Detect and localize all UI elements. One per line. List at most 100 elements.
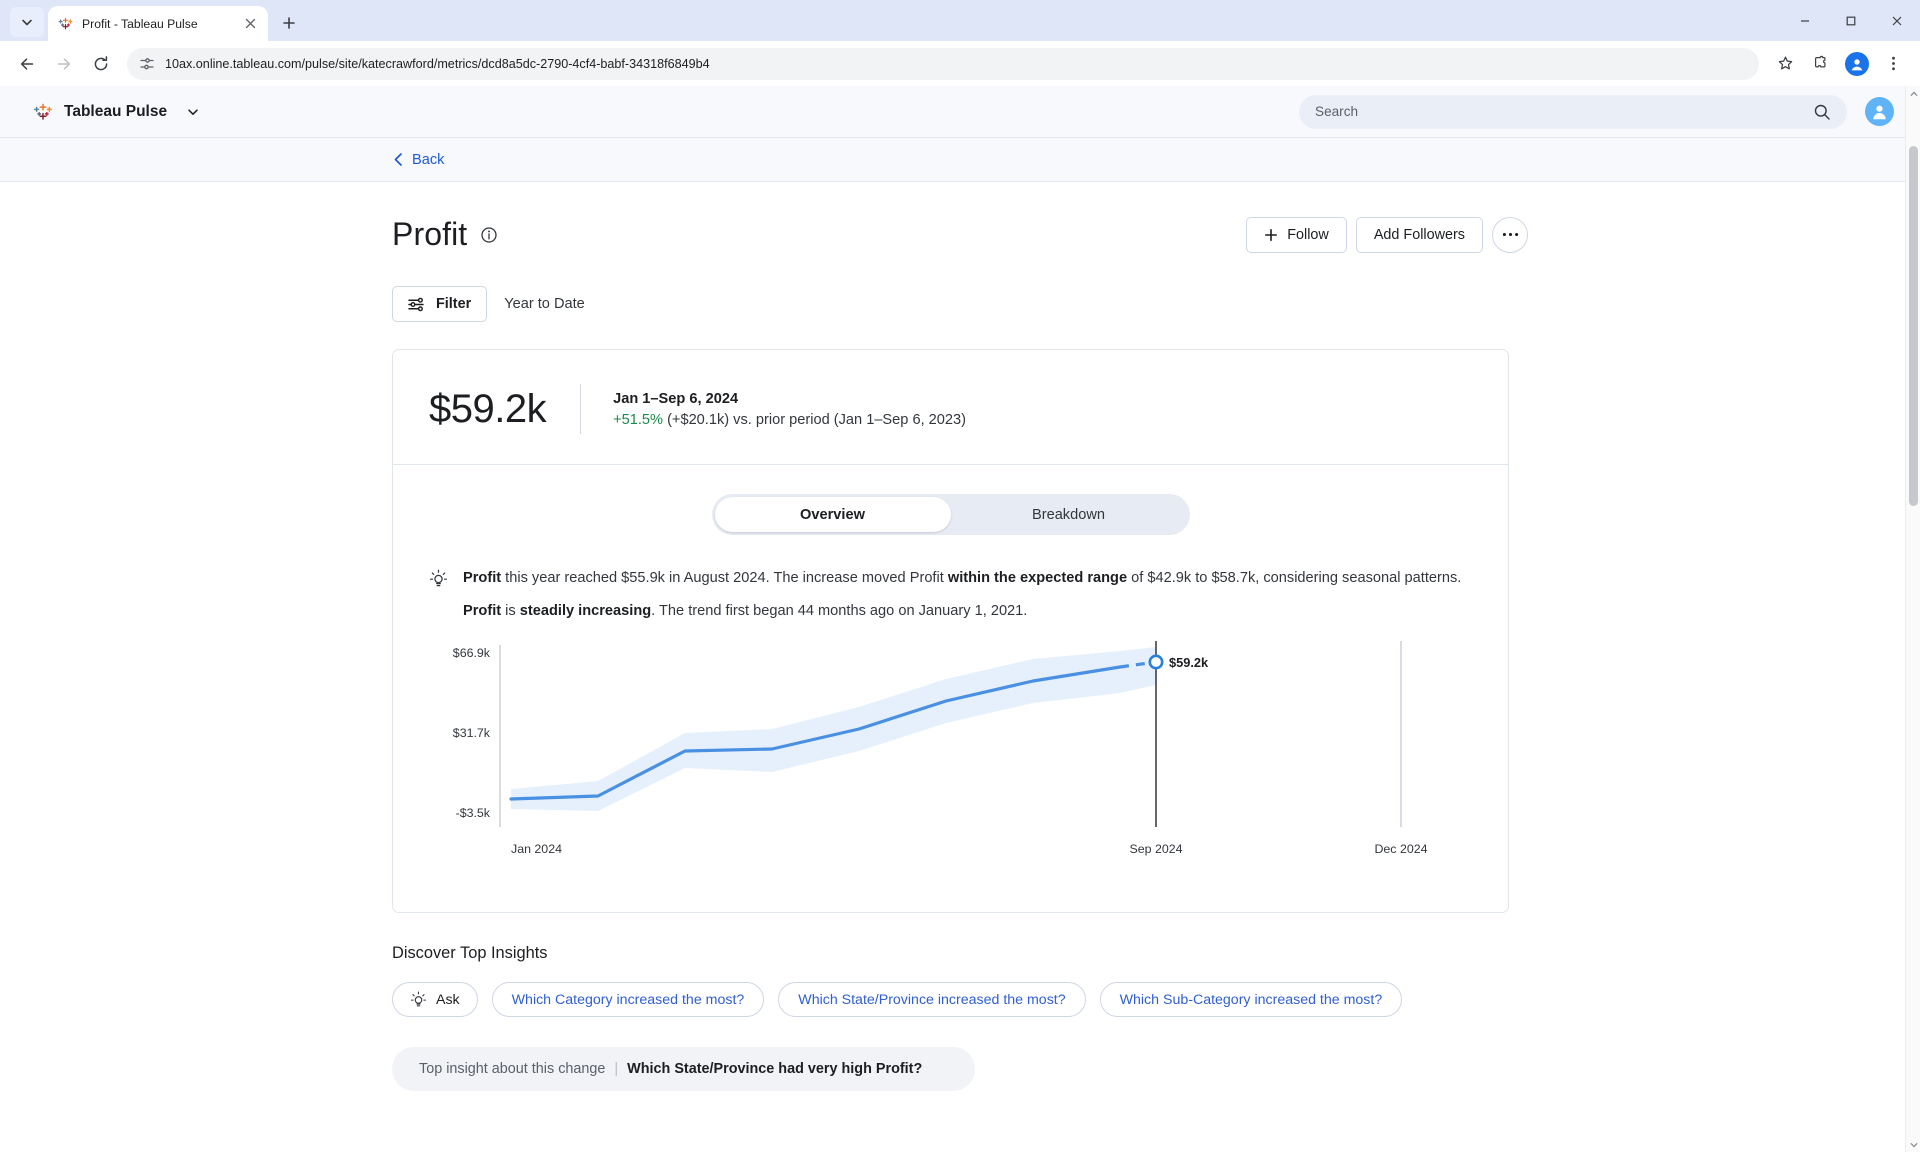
chevron-left-icon bbox=[394, 153, 402, 166]
chrome-profile-button[interactable] bbox=[1840, 47, 1874, 81]
tableau-pulse-logo-icon bbox=[32, 101, 54, 123]
brand-name: Tableau Pulse bbox=[64, 102, 168, 120]
y-tick-top: $66.9k bbox=[453, 646, 491, 660]
bookmark-button[interactable] bbox=[1768, 47, 1802, 81]
insight-p1-metric: Profit bbox=[463, 570, 502, 586]
ellipsis-icon bbox=[1502, 232, 1518, 237]
date-range-label[interactable]: Year to Date bbox=[504, 296, 585, 312]
close-icon[interactable] bbox=[242, 15, 259, 32]
question-pill-row: Ask Which Category increased the most? W… bbox=[392, 982, 1920, 1018]
user-avatar-icon[interactable] bbox=[1865, 97, 1894, 126]
ask-button[interactable]: Ask bbox=[392, 982, 478, 1018]
extensions-button[interactable] bbox=[1804, 47, 1838, 81]
filter-label: Filter bbox=[436, 296, 472, 312]
url-text: 10ax.online.tableau.com/pulse/site/katec… bbox=[165, 56, 710, 71]
search-icon[interactable] bbox=[1813, 103, 1831, 121]
search-box[interactable] bbox=[1299, 94, 1847, 129]
browser-toolbar: 10ax.online.tableau.com/pulse/site/katec… bbox=[0, 41, 1920, 86]
top-insight-question: Which State/Province had very high Profi… bbox=[627, 1061, 923, 1078]
kpi-period: Jan 1–Sep 6, 2024 bbox=[613, 390, 739, 407]
question-pill-state[interactable]: Which State/Province increased the most? bbox=[778, 982, 1086, 1018]
insight-text-group: Profit this year reached $55.9k in Augus… bbox=[463, 567, 1461, 623]
tab-breakdown[interactable]: Breakdown bbox=[951, 497, 1187, 532]
follow-button[interactable]: Follow bbox=[1246, 216, 1347, 253]
lightbulb-ask-icon bbox=[410, 991, 427, 1007]
insight-p2-is: is bbox=[501, 602, 520, 619]
top-insight-prefix: Top insight about this change bbox=[419, 1061, 606, 1078]
address-bar[interactable]: 10ax.online.tableau.com/pulse/site/katec… bbox=[127, 47, 1759, 80]
insight-p1-tail: of $42.9k to $58.7k, considering seasona… bbox=[1127, 570, 1462, 586]
lightbulb-insight-icon bbox=[429, 569, 449, 623]
back-link[interactable]: Back bbox=[392, 152, 444, 168]
title-row: Profit Follow Add Followers bbox=[392, 182, 1920, 253]
page-content: Tableau Pulse Back bbox=[0, 86, 1920, 1152]
maximize-icon bbox=[1846, 16, 1856, 25]
forward-button[interactable] bbox=[47, 47, 81, 81]
maximize-button[interactable] bbox=[1828, 0, 1874, 41]
tab-overview[interactable]: Overview bbox=[714, 497, 951, 532]
question-pill-category[interactable]: Which Category increased the most? bbox=[491, 982, 765, 1018]
window-close-icon bbox=[1892, 16, 1902, 25]
brand-home-link[interactable]: Tableau Pulse bbox=[32, 101, 200, 123]
discover-heading: Discover Top Insights bbox=[392, 944, 548, 963]
toolbar-right bbox=[1768, 47, 1910, 81]
browser-window: Profit - Tableau Pulse 10ax.online.table… bbox=[0, 0, 1920, 1152]
star-icon bbox=[1778, 56, 1792, 70]
x-tick-dec: Dec 2024 bbox=[1374, 842, 1427, 856]
new-tab-button[interactable] bbox=[274, 8, 304, 38]
chevron-up-icon bbox=[1910, 90, 1917, 96]
ask-label: Ask bbox=[436, 991, 460, 1008]
tableau-icon bbox=[57, 15, 74, 32]
x-tick-jan: Jan 2024 bbox=[511, 842, 562, 856]
metric-card: $59.2k Jan 1–Sep 6, 2024 +51.5% (+$20.1k… bbox=[392, 349, 1509, 914]
back-button[interactable] bbox=[10, 47, 44, 81]
insight-paragraph-2: Profit is steadily increasing. The trend… bbox=[463, 600, 1461, 624]
scrollbar-thumb[interactable] bbox=[1909, 146, 1918, 506]
view-toggle: Overview Breakdown bbox=[711, 494, 1190, 535]
close-button[interactable] bbox=[1874, 0, 1920, 41]
browser-tab[interactable]: Profit - Tableau Pulse bbox=[48, 6, 268, 41]
y-tick-mid: $31.7k bbox=[453, 726, 491, 740]
reload-button[interactable] bbox=[84, 47, 118, 81]
insight-p2-tail: . The trend first began 44 months ago on… bbox=[651, 602, 1028, 619]
tab-toggle-wrap: Overview Breakdown bbox=[393, 465, 1508, 535]
follow-label: Follow bbox=[1287, 226, 1329, 243]
current-value-marker bbox=[1148, 654, 1164, 670]
title-actions: Follow Add Followers bbox=[1246, 216, 1528, 253]
back-label: Back bbox=[412, 151, 445, 168]
filter-row: Filter Year to Date bbox=[392, 286, 1920, 322]
chrome-menu-button[interactable] bbox=[1876, 47, 1910, 81]
insight-p1-range: within the expected range bbox=[947, 570, 1128, 586]
top-insight-chip[interactable]: Top insight about this change | Which St… bbox=[392, 1047, 975, 1092]
trend-chart-svg[interactable]: $66.9k $31.7k -$3.5k $59.2k Jan 2024 Sep… bbox=[393, 641, 1508, 881]
more-options-button[interactable] bbox=[1492, 216, 1528, 253]
kpi-texts: Jan 1–Sep 6, 2024 +51.5% (+$20.1k) vs. p… bbox=[613, 391, 966, 428]
minimize-button[interactable] bbox=[1782, 0, 1828, 41]
x-tick-sep: Sep 2024 bbox=[1129, 842, 1182, 856]
scroll-down-arrow[interactable] bbox=[1906, 1137, 1920, 1152]
top-insight-divider: | bbox=[614, 1061, 619, 1078]
insight-paragraph-1: Profit this year reached $55.9k in Augus… bbox=[463, 567, 1461, 591]
kpi-delta-rest: (+$20.1k) vs. prior period (Jan 1–Sep 6,… bbox=[663, 411, 967, 428]
app-header: Tableau Pulse bbox=[0, 86, 1920, 138]
filter-button[interactable]: Filter bbox=[392, 286, 488, 322]
page-scrollbar[interactable] bbox=[1905, 86, 1920, 1152]
question-pill-subcategory[interactable]: Which Sub-Category increased the most? bbox=[1099, 982, 1403, 1018]
kpi-value: $59.2k bbox=[429, 386, 547, 431]
search-input[interactable] bbox=[1315, 104, 1813, 119]
kpi-delta: +51.5% (+$20.1k) vs. prior period (Jan 1… bbox=[613, 412, 966, 428]
trend-chart[interactable]: $66.9k $31.7k -$3.5k $59.2k Jan 2024 Sep… bbox=[393, 623, 1508, 912]
back-arrow-icon bbox=[20, 57, 34, 70]
add-followers-label: Add Followers bbox=[1373, 226, 1465, 243]
tab-search-button[interactable] bbox=[10, 7, 44, 37]
chevron-down-icon bbox=[22, 19, 32, 26]
kebab-menu-icon bbox=[1891, 56, 1895, 71]
info-circle-icon[interactable] bbox=[480, 226, 498, 244]
insight-p2-metric: Profit bbox=[463, 602, 502, 619]
scroll-up-arrow[interactable] bbox=[1906, 86, 1920, 101]
insight-block: Profit this year reached $55.9k in Augus… bbox=[393, 535, 1508, 623]
tab-strip: Profit - Tableau Pulse bbox=[0, 0, 1920, 41]
filter-sliders-icon bbox=[408, 297, 424, 311]
add-followers-button[interactable]: Add Followers bbox=[1355, 216, 1483, 253]
chevron-down-icon[interactable] bbox=[186, 105, 200, 119]
